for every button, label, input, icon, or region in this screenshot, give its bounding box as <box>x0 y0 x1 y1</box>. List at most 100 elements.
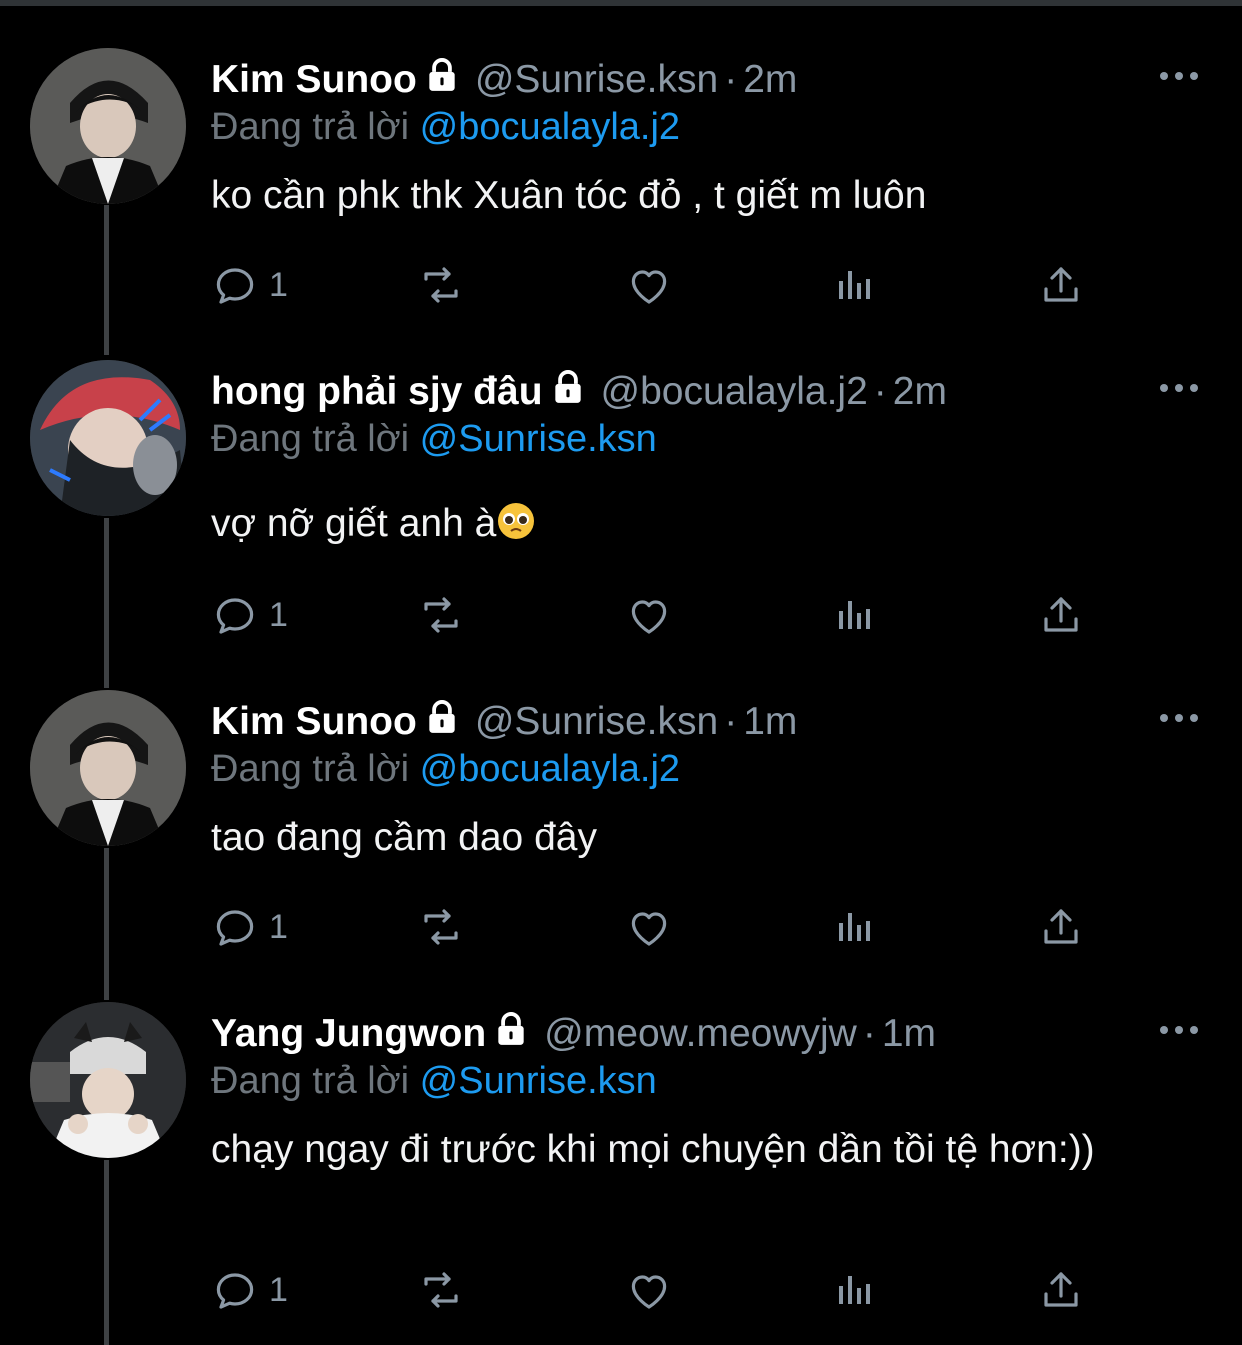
replying-to: Đang trả lời @Sunrise.ksn <box>211 1058 657 1104</box>
action-bar: 1 <box>211 590 1111 640</box>
thread-line <box>104 518 109 688</box>
views-icon <box>831 591 879 639</box>
reply-count: 1 <box>269 1270 288 1309</box>
username[interactable]: @Sunrise.ksn <box>475 700 718 743</box>
like-button[interactable] <box>625 590 673 640</box>
username[interactable]: @meow.meowyjw <box>544 1012 857 1055</box>
replying-to-label: Đang trả lời <box>211 748 410 790</box>
display-name[interactable]: hong phải sjy đâu <box>211 370 543 413</box>
mention-link[interactable]: @Sunrise.ksn <box>420 1060 657 1102</box>
more-icon[interactable] <box>1158 381 1200 395</box>
thread-line <box>104 205 109 355</box>
retweet-icon <box>417 1266 465 1314</box>
thread-line <box>104 848 109 1000</box>
avatar[interactable] <box>30 1002 186 1158</box>
lock-icon <box>549 368 587 417</box>
reply-count: 1 <box>269 265 288 304</box>
retweet-icon <box>417 903 465 951</box>
timestamp[interactable]: 1m <box>882 1012 936 1055</box>
share-button[interactable] <box>1037 902 1085 952</box>
like-icon <box>625 1266 673 1314</box>
more-icon[interactable] <box>1158 69 1200 83</box>
tweet-text: vợ nỡ giết anh à <box>211 498 1171 550</box>
avatar-photo-icon <box>30 360 186 516</box>
username[interactable]: @Sunrise.ksn <box>475 58 718 101</box>
share-icon <box>1037 1266 1085 1314</box>
avatar-photo-icon <box>30 1002 186 1158</box>
timestamp[interactable]: 2m <box>893 370 947 413</box>
thread-line <box>104 1160 109 1345</box>
retweet-icon <box>417 261 465 309</box>
views-button[interactable] <box>831 1265 879 1315</box>
like-button[interactable] <box>625 260 673 310</box>
avatar[interactable] <box>30 360 186 516</box>
replying-to: Đang trả lời @bocualayla.j2 <box>211 104 680 150</box>
like-button[interactable] <box>625 1265 673 1315</box>
lock-icon <box>423 698 461 747</box>
reply-button[interactable]: 1 <box>211 1265 288 1315</box>
avatar[interactable] <box>30 690 186 846</box>
retweet-button[interactable] <box>417 260 465 310</box>
replying-to-label: Đang trả lời <box>211 418 410 460</box>
like-icon <box>625 261 673 309</box>
like-icon <box>625 591 673 639</box>
tweet-header: Yang Jungwon @meow.meowyjw · 1m <box>211 1010 936 1059</box>
more-icon[interactable] <box>1158 1023 1200 1037</box>
like-button[interactable] <box>625 902 673 952</box>
display-name[interactable]: Kim Sunoo <box>211 58 417 101</box>
mention-link[interactable]: @bocualayla.j2 <box>420 106 680 148</box>
action-bar: 1 <box>211 1265 1111 1315</box>
retweet-icon <box>417 591 465 639</box>
share-button[interactable] <box>1037 1265 1085 1315</box>
share-icon <box>1037 591 1085 639</box>
views-button[interactable] <box>831 902 879 952</box>
views-icon <box>831 261 879 309</box>
tweet-header: hong phải sjy đâu @bocualayla.j2 · 2m <box>211 368 947 417</box>
views-button[interactable] <box>831 590 879 640</box>
separator: · <box>724 700 738 743</box>
views-button[interactable] <box>831 260 879 310</box>
tweet-header: Kim Sunoo @Sunrise.ksn · 1m <box>211 698 797 747</box>
mention-link[interactable]: @Sunrise.ksn <box>420 418 657 460</box>
avatar-photo-icon <box>30 48 186 204</box>
avatar-photo-icon <box>30 690 186 846</box>
timestamp[interactable]: 1m <box>743 700 797 743</box>
share-button[interactable] <box>1037 590 1085 640</box>
display-name[interactable]: Yang Jungwon <box>211 1012 486 1055</box>
avatar[interactable] <box>30 48 186 204</box>
views-icon <box>831 1266 879 1314</box>
timestamp[interactable]: 2m <box>743 58 797 101</box>
mention-link[interactable]: @bocualayla.j2 <box>420 748 680 790</box>
replying-to: Đang trả lời @bocualayla.j2 <box>211 746 680 792</box>
tweet-header: Kim Sunoo @Sunrise.ksn · 2m <box>211 56 797 105</box>
separator: · <box>724 58 738 101</box>
pleading-face-emoji-icon <box>496 501 536 541</box>
share-button[interactable] <box>1037 260 1085 310</box>
share-icon <box>1037 903 1085 951</box>
replying-to: Đang trả lời @Sunrise.ksn <box>211 416 657 462</box>
tweet-text: ko cần phk thk Xuân tóc đỏ , t giết m lu… <box>211 174 927 217</box>
tweet-text: chạy ngay đi trước khi mọi chuyện dần tồ… <box>211 1128 1095 1171</box>
top-divider <box>0 0 1242 6</box>
reply-icon <box>211 903 259 951</box>
reply-icon <box>211 261 259 309</box>
retweet-button[interactable] <box>417 590 465 640</box>
reply-button[interactable]: 1 <box>211 260 288 310</box>
retweet-button[interactable] <box>417 902 465 952</box>
separator: · <box>862 1012 876 1055</box>
replying-to-label: Đang trả lời <box>211 106 410 148</box>
action-bar: 1 <box>211 260 1111 310</box>
action-bar: 1 <box>211 902 1111 952</box>
like-icon <box>625 903 673 951</box>
more-icon[interactable] <box>1158 711 1200 725</box>
tweet-text: tao đang cầm dao đây <box>211 816 597 859</box>
retweet-button[interactable] <box>417 1265 465 1315</box>
reply-button[interactable]: 1 <box>211 590 288 640</box>
username[interactable]: @bocualayla.j2 <box>601 370 868 413</box>
replying-to-label: Đang trả lời <box>211 1060 410 1102</box>
display-name[interactable]: Kim Sunoo <box>211 700 417 743</box>
views-icon <box>831 903 879 951</box>
reply-icon <box>211 591 259 639</box>
reply-button[interactable]: 1 <box>211 902 288 952</box>
reply-count: 1 <box>269 907 288 946</box>
